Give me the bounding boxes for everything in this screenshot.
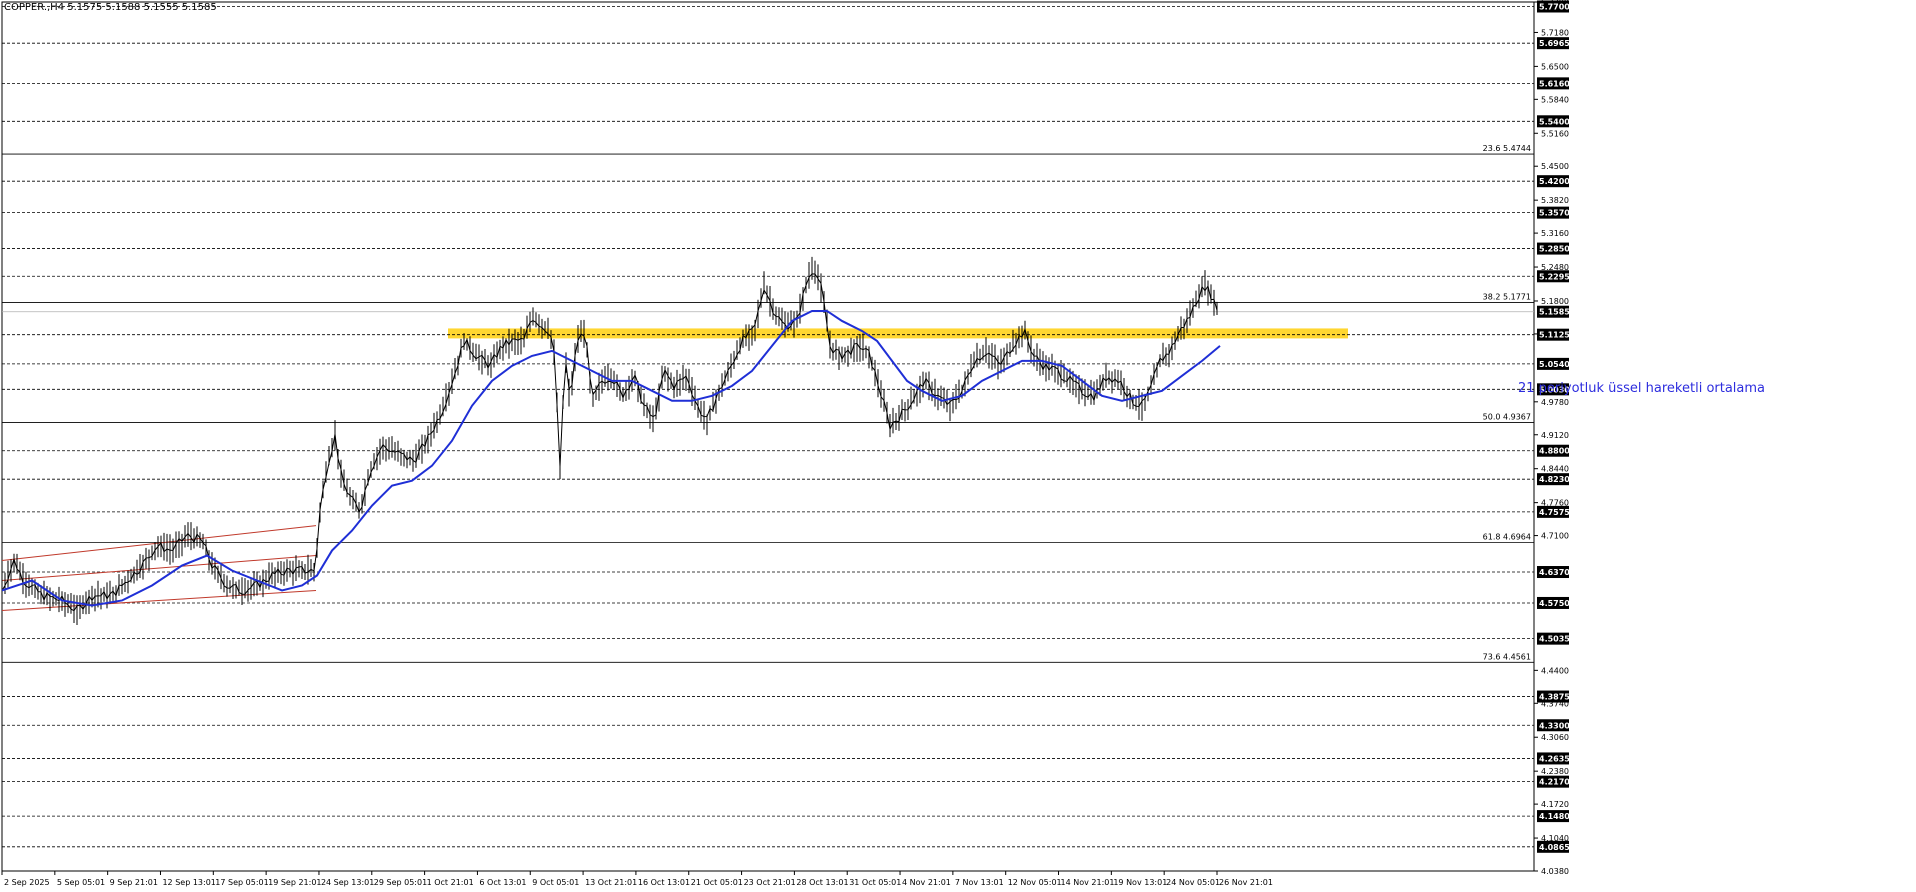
price-tick-label: 5.5160: [1541, 129, 1569, 138]
ema-annotation: 21 periyotluk üssel hareketli ortalama: [1518, 381, 1766, 396]
price-level-label: 4.2170: [1539, 778, 1570, 787]
time-tick-label: 9 Sep 21:01: [110, 878, 158, 887]
time-tick-label: 19 Sep 21:01: [268, 878, 321, 887]
time-tick-label: 19 Nov 13:01: [1113, 878, 1167, 887]
channel-line: [1, 589, 317, 611]
price-tick-label: 5.5840: [1541, 95, 1569, 104]
price-level-label: 4.3875: [1539, 693, 1570, 702]
time-tick-label: 24 Nov 05:01: [1166, 878, 1220, 887]
price-tick-label: 4.8440: [1541, 465, 1569, 474]
price-level-label: 5.5400: [1539, 117, 1570, 126]
price-level-label: 5.6965: [1539, 39, 1570, 48]
time-tick-label: 21 Oct 05:01: [691, 878, 743, 887]
price-tick-label: 5.3160: [1541, 229, 1569, 238]
price-chart[interactable]: 23.6 5.4744 38.2 5.1771 50.0 4.9367 61.8 4.…: [0, 0, 1916, 888]
time-tick-label: 24 Sep 13:01: [321, 878, 374, 887]
time-tick-label: 13 Oct 21:01: [585, 878, 637, 887]
chart-title: COPPER.,H4 5.1575 5.1588 5.1555 5.1585: [4, 2, 217, 13]
price-level-label: 5.2850: [1539, 245, 1570, 254]
fibonacci-label: 50.0 4.9367: [1483, 412, 1531, 421]
chart-window[interactable]: 23.6 5.4744 38.2 5.1771 50.0 4.9367 61.8 4.…: [0, 0, 1916, 888]
time-tick-label: 23 Oct 21:01: [744, 878, 796, 887]
fibonacci-label: 61.8 4.6964: [1483, 532, 1531, 541]
price-level-label: 4.1480: [1539, 812, 1570, 821]
price-tick-label: 4.1720: [1541, 800, 1569, 809]
time-tick-label: 31 Oct 05:01: [849, 878, 901, 887]
time-tick-label: 16 Oct 13:01: [638, 878, 690, 887]
fibonacci-label: 23.6 5.4744: [1483, 144, 1531, 153]
price-level-label: 4.2635: [1539, 754, 1570, 763]
price-line: [1, 273, 1218, 612]
price-tick-label: 5.4500: [1541, 162, 1569, 171]
time-tick-label: 14 Nov 21:01: [1061, 878, 1115, 887]
fibonacci-label: 38.2 5.1771: [1483, 292, 1531, 301]
price-tick-label: 4.0380: [1541, 867, 1569, 876]
price-tick-label: 5.1800: [1541, 297, 1569, 306]
time-tick-label: 12 Sep 13:01: [162, 878, 215, 887]
price-tick-label: 4.3060: [1541, 733, 1569, 742]
price-tick-label: 4.9120: [1541, 431, 1569, 440]
price-level-label: 4.7575: [1539, 508, 1570, 517]
time-tick-label: 6 Oct 13:01: [479, 878, 526, 887]
price-tick-label: 4.4400: [1541, 666, 1569, 675]
time-tick-label: 29 Sep 05:01: [374, 878, 427, 887]
fibonacci-label: 73.6 4.4561: [1483, 652, 1531, 661]
price-level-label: 5.3570: [1539, 209, 1570, 218]
price-tick-label: 5.3820: [1541, 196, 1569, 205]
price-tick-label: 4.7100: [1541, 532, 1569, 541]
price-level-label: 4.6370: [1539, 568, 1570, 577]
price-tick-label: 5.6500: [1541, 62, 1569, 71]
time-tick-label: 9 Oct 05:01: [532, 878, 579, 887]
resistance-zone: [448, 328, 1348, 339]
price-level-label: 5.2295: [1539, 272, 1570, 281]
price-tick-label: 5.7180: [1541, 28, 1569, 37]
price-level-label: 5.0540: [1539, 360, 1570, 369]
price-tick-label: 4.9780: [1541, 398, 1569, 407]
time-tick-label: 17 Sep 05:01: [215, 878, 268, 887]
time-tick-label: 2 Sep 2025: [4, 878, 50, 887]
time-tick-label: 1 Oct 21:01: [427, 878, 474, 887]
time-tick-label: 5 Sep 05:01: [57, 878, 105, 887]
time-tick-label: 12 Nov 05:01: [1008, 878, 1062, 887]
time-tick-label: 28 Oct 13:01: [796, 878, 848, 887]
price-level-label: 4.5035: [1539, 635, 1570, 644]
plot-frame: [1, 1, 1535, 872]
price-level-label: 5.1585: [1539, 308, 1570, 317]
price-level-label: 4.8230: [1539, 475, 1570, 484]
price-level-label: 4.5750: [1539, 599, 1570, 608]
price-level-label: 4.0865: [1539, 843, 1570, 852]
price-tick-label: 4.2380: [1541, 767, 1569, 776]
price-level-label: 4.3300: [1539, 721, 1570, 730]
time-tick-label: 7 Nov 13:01: [955, 878, 1004, 887]
price-level-label: 5.4200: [1539, 177, 1570, 186]
price-level-label: 5.6160: [1539, 79, 1570, 88]
price-level-label: 4.8800: [1539, 447, 1570, 456]
channel-line: [1, 525, 317, 562]
price-level-label: 5.1125: [1539, 331, 1570, 340]
time-tick-label: 4 Nov 21:01: [902, 878, 951, 887]
price-level-label: 5.7700: [1539, 2, 1570, 11]
time-tick-label: 26 Nov 21:01: [1219, 878, 1273, 887]
